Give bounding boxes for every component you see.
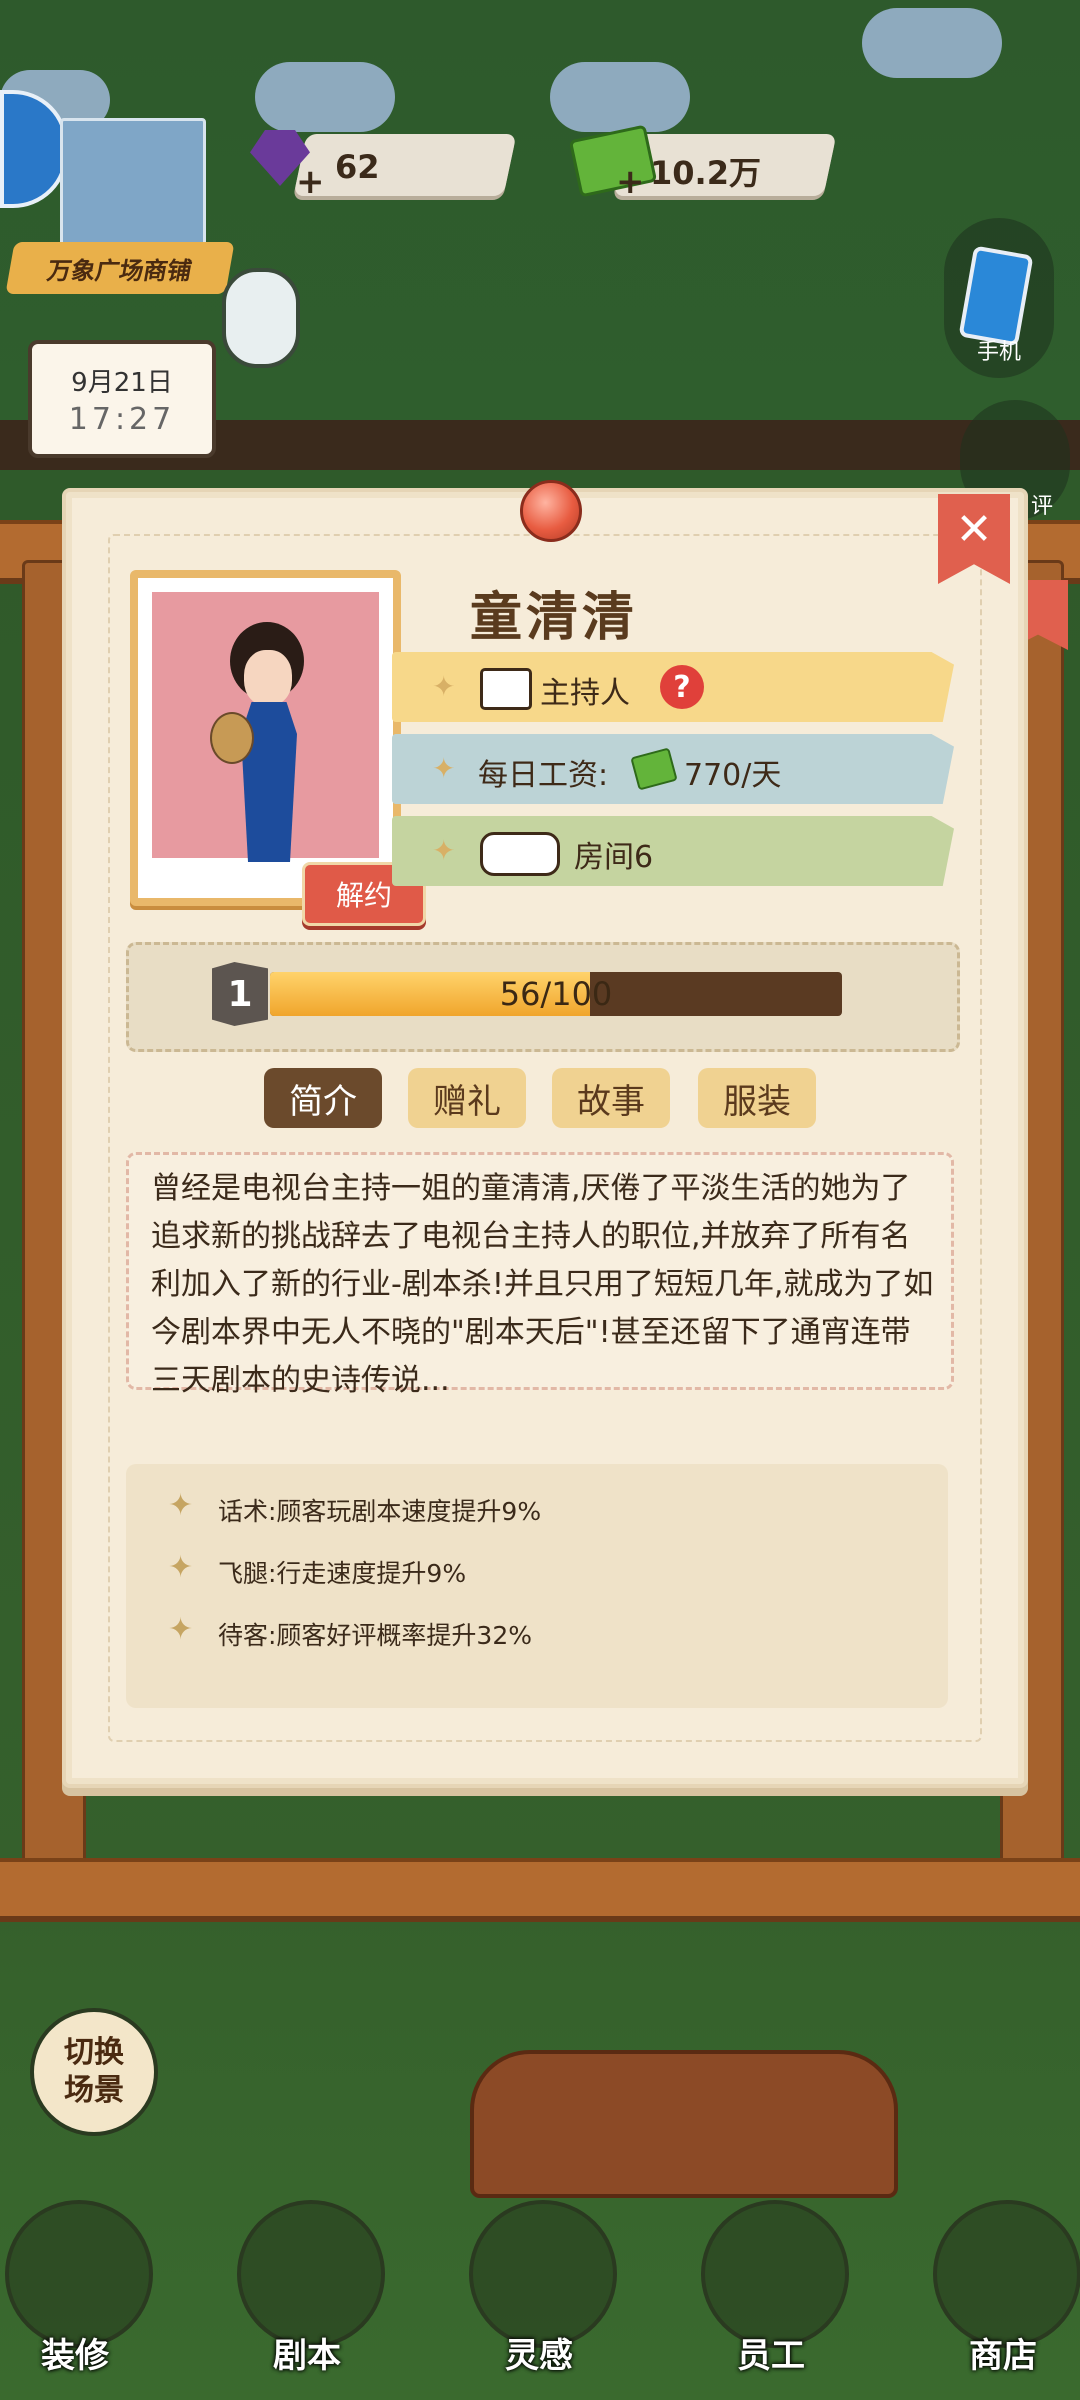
star-icon: ✦	[432, 834, 456, 867]
staff-name: 童清清	[470, 588, 639, 648]
skill-text: 待客:顾客好评概率提升32%	[218, 1621, 532, 1650]
close-icon: ✕	[955, 504, 993, 555]
help-mark: ?	[673, 669, 691, 705]
location-label: 万象广场商铺	[45, 256, 195, 285]
role-text: 主持人	[540, 676, 630, 711]
phone-label: 手机	[976, 340, 1021, 365]
description-box: 曾经是电视台主持一姐的童清清,厌倦了平淡生活的她为了追求新的挑战辞去了电视台主持…	[126, 1152, 954, 1398]
nav-inspiration[interactable]: 灵感	[464, 2180, 617, 2380]
wage-label: 每日工资:	[478, 758, 609, 793]
tab-label: 赠礼	[433, 1081, 501, 1122]
tab-intro[interactable]: 简介	[264, 1068, 382, 1128]
cloud-decoration	[550, 62, 690, 132]
tab-label: 故事	[577, 1081, 645, 1122]
help-icon[interactable]: ?	[660, 665, 704, 709]
scene-bed-decoration	[470, 2050, 898, 2198]
portrait-background	[152, 592, 379, 862]
skill-text: 飞腿:行走速度提升9%	[218, 1559, 467, 1588]
skill-text: 话术:顾客玩剧本速度提升9%	[218, 1497, 542, 1526]
room-bar: ✦ 房间6	[392, 816, 954, 886]
map-pin-icon[interactable]	[222, 268, 300, 368]
terminate-label: 解约	[335, 879, 392, 912]
fan-icon	[210, 712, 254, 764]
star-icon: ✦	[432, 752, 456, 785]
board-bottom-beam	[0, 1858, 1080, 1922]
nav-label: 员工	[737, 2336, 805, 2376]
star-icon: ✦	[168, 1550, 194, 1585]
cloud-decoration	[862, 8, 1002, 78]
date-text: 9月21日	[71, 368, 173, 398]
crystal-ball-icon	[469, 2200, 617, 2348]
nav-label: 装修	[41, 2336, 109, 2376]
id-card-icon	[480, 668, 532, 710]
book-icon	[237, 2200, 385, 2348]
nav-shop[interactable]: 商店	[928, 2180, 1080, 2380]
cash-icon	[630, 747, 678, 791]
shop-building-icon[interactable]	[60, 118, 206, 246]
location-badge[interactable]: 万象广场商铺	[5, 242, 235, 294]
skills-panel: ✦ 话术:顾客玩剧本速度提升9% ✦ 飞腿:行走速度提升9% ✦ 待客:顾客好评…	[126, 1464, 948, 1708]
nav-decorate[interactable]: 装修	[0, 2180, 153, 2380]
star-icon: ✦	[168, 1488, 194, 1523]
pin-icon	[520, 480, 582, 542]
date-clock: 9月21日 17:27	[28, 340, 216, 458]
gem-count: 62	[335, 148, 380, 186]
level-badge: 1	[212, 962, 268, 1026]
nav-label: 商店	[969, 2336, 1037, 2376]
nav-staff[interactable]: 员工	[696, 2180, 849, 2380]
staff-portrait	[130, 570, 401, 906]
switch-scene-label: 切换场景	[64, 2035, 124, 2108]
house-icon	[5, 2200, 153, 2348]
add-cash-icon[interactable]: +	[616, 162, 645, 202]
role-bar: ✦ 主持人 ?	[392, 652, 954, 722]
tab-story[interactable]: 故事	[552, 1068, 670, 1128]
gem-counter[interactable]	[293, 134, 517, 196]
tab-label: 服装	[723, 1081, 791, 1122]
tab-outfit[interactable]: 服装	[698, 1068, 816, 1128]
wage-value: 770/天	[684, 758, 782, 793]
experience-text: 56/100	[499, 975, 613, 1013]
shop-icon	[933, 2200, 1080, 2348]
time-text: 17:27	[68, 402, 176, 437]
description-text: 曾经是电视台主持一姐的童清清,厌倦了平淡生活的她为了追求新的挑战辞去了电视台主持…	[151, 1171, 934, 1398]
room-text: 房间6	[574, 840, 654, 875]
nav-scripts[interactable]: 剧本	[232, 2180, 385, 2380]
cloud-decoration	[255, 62, 395, 132]
tab-gift[interactable]: 赠礼	[408, 1068, 526, 1128]
tab-label: 简介	[289, 1081, 357, 1122]
level-number: 1	[227, 973, 253, 1015]
sofa-icon	[480, 832, 560, 876]
cash-amount: 10.2万	[650, 154, 761, 192]
switch-scene-button[interactable]: 切换场景	[30, 2008, 158, 2136]
staff-badge-icon	[701, 2200, 849, 2348]
nav-label: 灵感	[505, 2336, 573, 2376]
character-face	[244, 650, 292, 706]
star-icon: ✦	[432, 670, 456, 703]
star-icon: ✦	[168, 1612, 194, 1647]
nav-label: 剧本	[273, 2336, 341, 2376]
add-gems-icon[interactable]: +	[296, 162, 325, 202]
wage-bar: ✦ 每日工资: 770/天	[392, 734, 954, 804]
